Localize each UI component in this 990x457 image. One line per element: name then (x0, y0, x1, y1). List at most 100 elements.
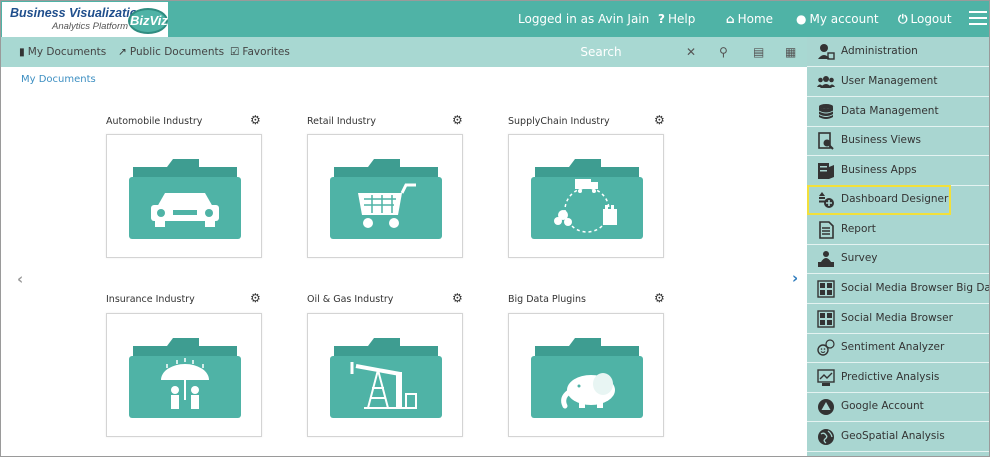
menu-label: Social Media Browser Big Data (841, 282, 990, 294)
menu-item-google-account[interactable]: Google Account (807, 392, 989, 422)
menu-item-geospatial-analysis[interactable]: GeoSpatial Analysis (807, 422, 989, 452)
folder-card-oilgas[interactable] (307, 313, 463, 437)
menu-label: User Management (841, 75, 938, 87)
shopping-cart-icon (330, 159, 442, 239)
brand-subtitle: Analytics Platform (52, 21, 129, 32)
database-icon (817, 103, 835, 121)
social-media-bigdata-icon (817, 280, 835, 298)
my-account-label: My account (809, 12, 879, 26)
help-icon: ? (658, 12, 665, 26)
business-apps-icon (817, 162, 835, 180)
power-icon: ⏻ (898, 12, 908, 26)
card-label-oilgas: Oil & Gas Industry (307, 294, 394, 305)
folder-card-retail[interactable] (307, 134, 463, 258)
social-media-icon (817, 310, 835, 328)
menu-item-business-apps[interactable]: Business Apps (807, 156, 989, 186)
document-toolbar: ▮ My Documents ↗ Public Documents ☑ Favorit… (1, 37, 807, 67)
users-icon (817, 73, 835, 91)
breadcrumb[interactable]: My Documents (21, 74, 96, 85)
tab-favorites-label: Favorites (242, 46, 290, 58)
menu-item-user-management[interactable]: User Management (807, 67, 989, 97)
user-icon: ● (796, 12, 807, 26)
home-link[interactable]: ⌂ Home (726, 1, 773, 37)
car-icon (129, 159, 241, 239)
help-link[interactable]: ? Help (658, 1, 695, 37)
google-drive-icon (817, 398, 835, 416)
gear-icon[interactable]: ⚙ (250, 113, 261, 127)
menu-label: GeoSpatial Analysis (841, 430, 945, 442)
list-view-icon[interactable]: ▤ (753, 37, 764, 67)
menu-label: Business Views (841, 134, 922, 146)
report-icon (817, 221, 835, 239)
supply-chain-icon (531, 159, 643, 239)
menu-item-sentiment-analyzer[interactable]: Sentiment Analyzer (807, 333, 989, 363)
prev-arrow-icon[interactable]: ‹ (17, 270, 23, 288)
dashboard-designer-icon (817, 191, 835, 209)
my-account-link[interactable]: ● My account (796, 1, 879, 37)
menu-item-social-media-bigdata[interactable]: Social Media Browser Big Data (807, 274, 990, 304)
business-views-icon (817, 132, 835, 150)
gear-icon[interactable]: ⚙ (452, 113, 463, 127)
grid-view-icon[interactable]: ▦ (785, 37, 796, 67)
survey-icon (817, 250, 835, 268)
help-label: Help (667, 12, 696, 26)
home-icon: ⌂ (726, 12, 735, 26)
tab-favorites[interactable]: ☑ Favorites (230, 37, 290, 67)
card-label-insurance: Insurance Industry (106, 294, 195, 305)
folder-card-insurance[interactable] (106, 313, 262, 437)
gear-icon[interactable]: ⚙ (452, 291, 463, 305)
menu-label: Survey (841, 252, 878, 264)
admin-user-icon (817, 43, 835, 61)
search-icon[interactable]: ⚲ (719, 37, 728, 67)
top-header: Business Visualization Analytics Platfor… (1, 1, 989, 38)
menu-item-survey[interactable]: Survey (807, 244, 989, 274)
logged-in-label: Logged in as Avin Jain (518, 12, 650, 26)
menu-item-business-views[interactable]: Business Views (807, 126, 989, 156)
logout-link[interactable]: ⏻ Logout (898, 1, 952, 37)
book-icon: ▮ (19, 46, 25, 58)
home-label: Home (737, 12, 774, 26)
tab-public-documents-label: Public Documents (129, 46, 225, 58)
search-input[interactable] (501, 42, 701, 62)
menu-label: Dashboard Designer (841, 193, 949, 205)
hamburger-menu-icon[interactable] (969, 11, 987, 26)
brand-logo[interactable]: Business Visualization Analytics Platfor… (2, 2, 168, 38)
tab-public-documents[interactable]: ↗ Public Documents (118, 37, 224, 67)
gear-icon[interactable]: ⚙ (654, 291, 665, 305)
menu-item-data-management[interactable]: Data Management (807, 97, 989, 127)
menu-label: Business Apps (841, 164, 917, 176)
menu-label: Report (841, 223, 876, 235)
tab-my-documents-label: My Documents (27, 46, 107, 58)
menu-label: Sentiment Analyzer (841, 341, 945, 353)
predictive-icon (817, 369, 835, 387)
gear-icon[interactable]: ⚙ (654, 113, 665, 127)
folder-card-supplychain[interactable] (508, 134, 664, 258)
folder-card-bigdata[interactable] (508, 313, 664, 437)
logout-label: Logout (910, 12, 952, 26)
card-label-bigdata: Big Data Plugins (508, 294, 586, 305)
menu-item-report[interactable]: Report (807, 215, 989, 245)
menu-item-administration[interactable]: Administration (807, 37, 989, 67)
next-arrow-icon[interactable]: › (792, 269, 798, 287)
brand-title: Business Visualization (10, 6, 145, 20)
geospatial-icon (817, 428, 835, 446)
menu-label: Data Management (841, 105, 939, 117)
share-icon: ↗ (118, 46, 127, 58)
app-window: Business Visualization Analytics Platfor… (0, 0, 990, 457)
admin-side-menu: Administration User Management Data Mana… (807, 37, 990, 456)
gear-icon[interactable]: ⚙ (250, 291, 261, 305)
card-label-automobile: Automobile Industry (106, 116, 203, 127)
sentiment-icon (817, 339, 835, 357)
elephant-icon (531, 338, 643, 418)
menu-item-predictive-analysis[interactable]: Predictive Analysis (807, 363, 989, 393)
card-label-retail: Retail Industry (307, 116, 376, 127)
folder-card-automobile[interactable] (106, 134, 262, 258)
favorite-check-icon: ☑ (230, 46, 240, 58)
menu-label: Administration (841, 45, 918, 57)
menu-item-dashboard-designer[interactable]: Dashboard Designer (807, 185, 951, 215)
oil-pump-icon (330, 338, 442, 418)
brand-badge: BizViz (128, 8, 168, 34)
clear-search-icon[interactable]: ✕ (686, 37, 696, 67)
tab-my-documents[interactable]: ▮ My Documents (19, 37, 106, 67)
menu-item-social-media[interactable]: Social Media Browser (807, 304, 989, 334)
